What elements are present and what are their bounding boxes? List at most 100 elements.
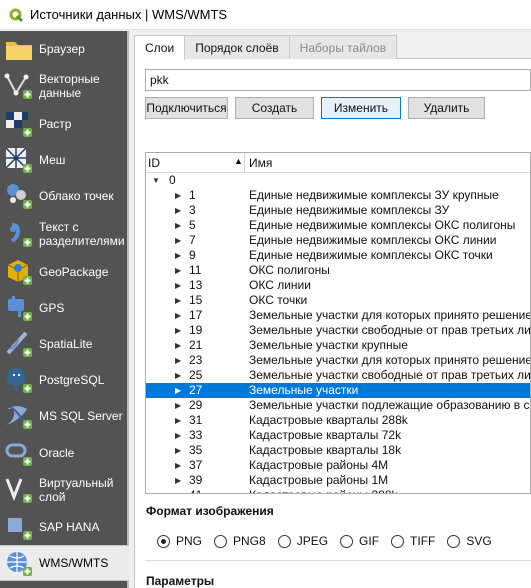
expand-arrow-icon[interactable]: ▶ (175, 413, 185, 428)
connect-button[interactable]: Подключиться (145, 97, 228, 119)
sidebar-item-virtual-layer[interactable]: Виртуальный слой (0, 471, 127, 509)
tree-row-id: 17 (189, 308, 203, 322)
tree-row[interactable]: ▶ 27 Земельные участки (146, 383, 530, 398)
sidebar-item-oracle[interactable]: Oracle (0, 435, 127, 471)
format-option-gif[interactable]: GIF (340, 534, 379, 548)
tree-row-name: Кадастровые районы 288k (249, 488, 398, 493)
tree-row-name: Единые недвижимые комплексы ОКС точки (249, 248, 493, 262)
sidebar-item-mesh[interactable]: Меш (0, 142, 127, 178)
expand-arrow-icon[interactable]: ▶ (175, 218, 185, 233)
tree-row-id: 39 (189, 473, 203, 487)
column-divider[interactable] (244, 153, 245, 173)
tree-row[interactable]: ▶ 11 ОКС полигоны (146, 263, 530, 278)
expand-arrow-icon[interactable]: ▶ (175, 263, 185, 278)
tree-row[interactable]: ▶ 3 Единые недвижимые комплексы ЗУ (146, 203, 530, 218)
expand-arrow-icon[interactable]: ▶ (175, 473, 185, 488)
radio-button[interactable] (447, 534, 461, 548)
tree-row[interactable]: ▶ 13 ОКС линии (146, 278, 530, 293)
expand-arrow-icon[interactable]: ▶ (175, 188, 185, 203)
tree-row-name: Кадастровые районы 4M (249, 458, 389, 472)
expand-arrow-icon[interactable]: ▶ (175, 398, 185, 413)
column-header-id[interactable]: ID (148, 156, 160, 170)
tree-row-id: 19 (189, 323, 203, 337)
tab-layers[interactable]: Слои (134, 35, 186, 60)
format-option-png8[interactable]: PNG8 (214, 534, 266, 548)
sidebar-scrollbar[interactable] (127, 31, 129, 588)
create-button[interactable]: Создать (235, 97, 314, 119)
sidebar-item-delimited-text[interactable]: Текст с разделителями (0, 214, 127, 254)
expand-arrow-icon[interactable]: ▶ (175, 353, 185, 368)
tree-row[interactable]: ▶ 41 Кадастровые районы 288k (146, 488, 530, 493)
expand-arrow-icon[interactable]: ▶ (175, 278, 185, 293)
window-title: Источники данных | WMS/WMTS (30, 7, 228, 22)
sidebar-item-point-cloud[interactable]: Облако точек (0, 178, 127, 214)
delimited-text-icon (4, 219, 34, 249)
sidebar-item-geopackage[interactable]: GeoPackage (0, 254, 127, 290)
tree-row[interactable]: ▶ 29 Земельные участки подлежащие образова… (146, 398, 530, 413)
radio-button[interactable] (340, 534, 354, 548)
tab-tilesets[interactable]: Наборы тайлов (288, 35, 398, 59)
radio-button[interactable] (277, 534, 291, 548)
tree-row[interactable]: ▶ 1 Единые недвижимые комплексы ЗУ крупные (146, 188, 530, 203)
tree-row[interactable]: ▶ 9 Единые недвижимые комплексы ОКС точки (146, 248, 530, 263)
tree-row[interactable]: ▶ 23 Земельные участки для которых принято… (146, 353, 530, 368)
edit-button[interactable]: Изменить (321, 97, 401, 119)
expand-arrow-icon[interactable]: ▶ (175, 338, 185, 353)
delete-button[interactable]: Удалить (408, 97, 485, 119)
expand-arrow-icon[interactable]: ▶ (175, 293, 185, 308)
image-format-label: Формат изображения (146, 504, 274, 518)
tree-row[interactable]: ▶ 7 Единые недвижимые комплексы ОКС линии (146, 233, 530, 248)
connection-select[interactable]: pkk (145, 69, 531, 91)
expand-arrow-icon[interactable]: ▶ (175, 203, 185, 218)
tree-row[interactable]: ▶ 21 Земельные участки крупные (146, 338, 530, 353)
expand-arrow-icon[interactable]: ▶ (175, 428, 185, 443)
expand-arrow-icon[interactable]: ▶ (175, 248, 185, 263)
sidebar-item-raster[interactable]: Растр (0, 106, 127, 142)
tree-row[interactable]: ▶ 5 Единые недвижимые комплексы ОКС полиго… (146, 218, 530, 233)
tab-layer-order[interactable]: Порядок слоёв (184, 35, 290, 59)
radio-button[interactable] (157, 534, 170, 548)
column-header-name[interactable]: Имя (249, 156, 272, 170)
tree-row[interactable]: ▶ 15 ОКС точки (146, 293, 530, 308)
format-option-svg[interactable]: SVG (447, 534, 492, 548)
layers-tree[interactable]: ID ▲ Имя ▼ 0 ▶ 1 Единые недвижимые комплек… (145, 152, 531, 494)
tree-row-id: 31 (189, 413, 203, 427)
sidebar-item-label: Растр (39, 117, 72, 131)
collapse-arrow-icon[interactable]: ▼ (152, 173, 162, 188)
tree-row[interactable]: ▶ 19 Земельные участки свободные от прав т… (146, 323, 530, 338)
radio-button[interactable] (391, 534, 405, 548)
sidebar-item-postgresql[interactable]: PostgreSQL (0, 362, 127, 398)
sidebar-item-sap-hana[interactable]: SAP HANA (0, 509, 127, 545)
tree-row[interactable]: ▶ 25 Земельные участки свободные от прав т… (146, 368, 530, 383)
tree-row[interactable]: ▶ 35 Кадастровые кварталы 18k (146, 443, 530, 458)
tree-row-id: 0 (169, 173, 176, 187)
tree-row-id: 1 (189, 188, 196, 202)
expand-arrow-icon[interactable]: ▶ (175, 383, 185, 398)
tree-row[interactable]: ▶ 31 Кадастровые кварталы 288k (146, 413, 530, 428)
expand-arrow-icon[interactable]: ▶ (175, 458, 185, 473)
tree-row[interactable]: ▶ 33 Кадастровые кварталы 72k (146, 428, 530, 443)
expand-arrow-icon[interactable]: ▶ (175, 308, 185, 323)
sidebar-item-label: Браузер (39, 42, 85, 56)
expand-arrow-icon[interactable]: ▶ (175, 233, 185, 248)
expand-arrow-icon[interactable]: ▶ (175, 323, 185, 338)
sidebar-item-spatialite[interactable]: SpatiaLite (0, 326, 127, 362)
radio-button[interactable] (214, 534, 228, 548)
tree-row[interactable]: ▶ 17 Земельные участки для которых принято… (146, 308, 530, 323)
expand-arrow-icon[interactable]: ▶ (175, 368, 185, 383)
sidebar-item-browser[interactable]: Браузер (0, 31, 127, 67)
tree-row-root[interactable]: ▼ 0 (146, 173, 530, 188)
format-option-jpeg[interactable]: JPEG (277, 534, 328, 548)
format-option-png[interactable]: PNG (157, 534, 202, 548)
sidebar-item-vector[interactable]: Векторные данные (0, 67, 127, 105)
sidebar-item-gps[interactable]: GPS (0, 290, 127, 326)
sidebar-item-wms-wmts[interactable]: WMS/WMTS (0, 545, 129, 581)
expand-arrow-icon[interactable]: ▶ (175, 488, 185, 493)
sidebar-item-label: Облако точек (39, 189, 114, 203)
tree-row[interactable]: ▶ 39 Кадастровые районы 1M (146, 473, 530, 488)
format-option-tiff[interactable]: TIFF (391, 534, 435, 548)
expand-arrow-icon[interactable]: ▶ (175, 443, 185, 458)
sidebar-item-label: Виртуальный слой (39, 476, 114, 504)
sidebar-item-mssql[interactable]: MS SQL Server (0, 398, 127, 434)
tree-row[interactable]: ▶ 37 Кадастровые районы 4M (146, 458, 530, 473)
